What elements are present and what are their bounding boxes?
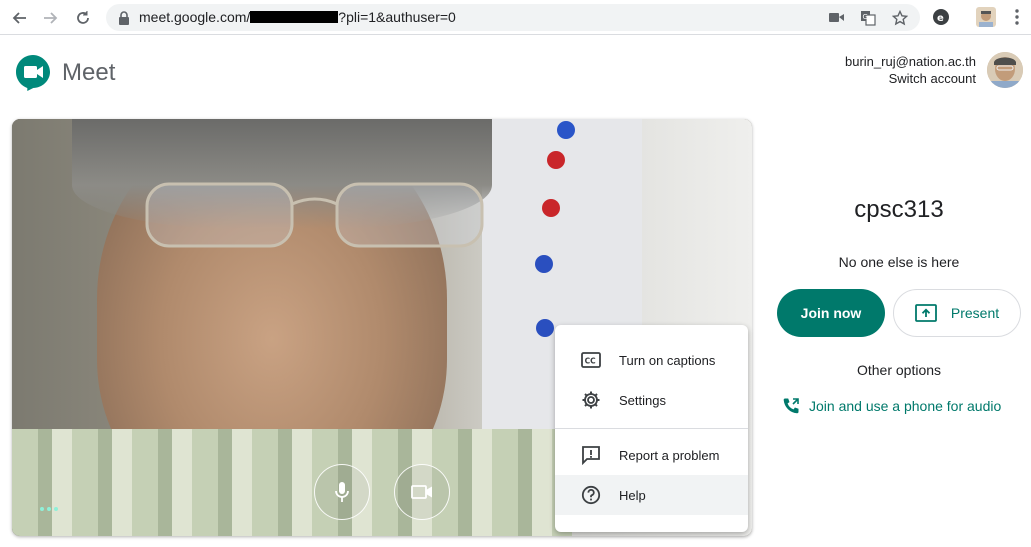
bookmark-star-icon[interactable] [891,9,908,26]
camera-toggle-button[interactable] [394,464,450,520]
menu-item-label: Help [619,487,646,503]
video-pin [547,151,565,169]
translate-icon[interactable]: G [859,9,876,26]
join-by-phone-link[interactable]: Join and use a phone for audio [782,397,1001,415]
present-screen-icon [914,304,937,322]
back-button[interactable] [8,7,30,29]
feedback-icon [579,443,603,467]
svg-text:G: G [862,13,867,21]
extension-icon[interactable]: e [930,6,952,28]
vertical-dots-icon [1015,9,1019,25]
video-pin [535,255,553,273]
dot-icon [40,507,44,511]
camera-in-use-icon[interactable] [828,9,845,26]
svg-text:e: e [937,13,944,24]
menu-divider [555,428,748,429]
address-bar[interactable]: meet.google.com/?pli=1&authuser=0 G [106,4,920,31]
phone-forward-icon [783,398,799,414]
video-camera-icon [411,485,432,499]
menu-item-label: Turn on captions [619,352,716,368]
forward-button[interactable] [40,7,62,29]
join-by-phone-label: Join and use a phone for audio [809,398,1002,414]
menu-item-settings[interactable]: Settings [555,380,748,420]
lock-icon [115,9,132,26]
browser-menu-button[interactable] [1006,6,1028,28]
url-text: meet.google.com/?pli=1&authuser=0 [139,9,456,25]
menu-item-label: Report a problem [619,447,720,463]
video-person-shirt [12,429,572,536]
microphone-toggle-button[interactable] [314,464,370,520]
account-email: burin_ruj@nation.ac.th [845,54,976,69]
dot-icon [47,507,51,511]
svg-text:CC: CC [585,357,597,366]
gear-icon [579,388,603,412]
video-pin [557,121,575,139]
menu-item-help[interactable]: Help [555,475,748,515]
dot-icon [54,507,58,511]
meeting-status: No one else is here [838,254,960,270]
switch-account-link[interactable]: Switch account [845,70,976,87]
join-now-button[interactable]: Join now [777,289,885,337]
menu-item-label: Settings [619,392,666,408]
more-options-button[interactable] [40,507,60,515]
closed-captions-icon: CC [579,348,603,372]
menu-item-captions[interactable]: CC Turn on captions [555,340,748,380]
video-glasses [145,182,484,248]
brand-name: Meet [62,59,116,86]
forward-arrow-icon [44,12,58,24]
back-arrow-icon [12,12,26,24]
reload-icon [77,11,89,24]
meeting-code: cpsc313 [854,196,944,223]
reload-button[interactable] [72,7,94,29]
video-pin [542,199,560,217]
help-icon [579,483,603,507]
account-info: burin_ruj@nation.ac.th Switch account [845,53,976,87]
other-options-heading: Other options [856,362,942,378]
profile-avatar-small[interactable] [975,6,997,28]
video-pin [536,319,554,337]
present-button[interactable]: Present [893,289,1021,337]
microphone-icon [335,482,349,502]
browser-toolbar: meet.google.com/?pli=1&authuser=0 G e [0,0,1031,35]
more-options-menu: CC Turn on captions Settings Report a pr… [555,325,748,532]
meet-logo-icon [16,55,50,91]
redacted-url-segment [250,11,339,23]
avatar[interactable] [987,52,1023,88]
present-button-label: Present [950,305,1000,321]
menu-item-report-problem[interactable]: Report a problem [555,435,748,475]
